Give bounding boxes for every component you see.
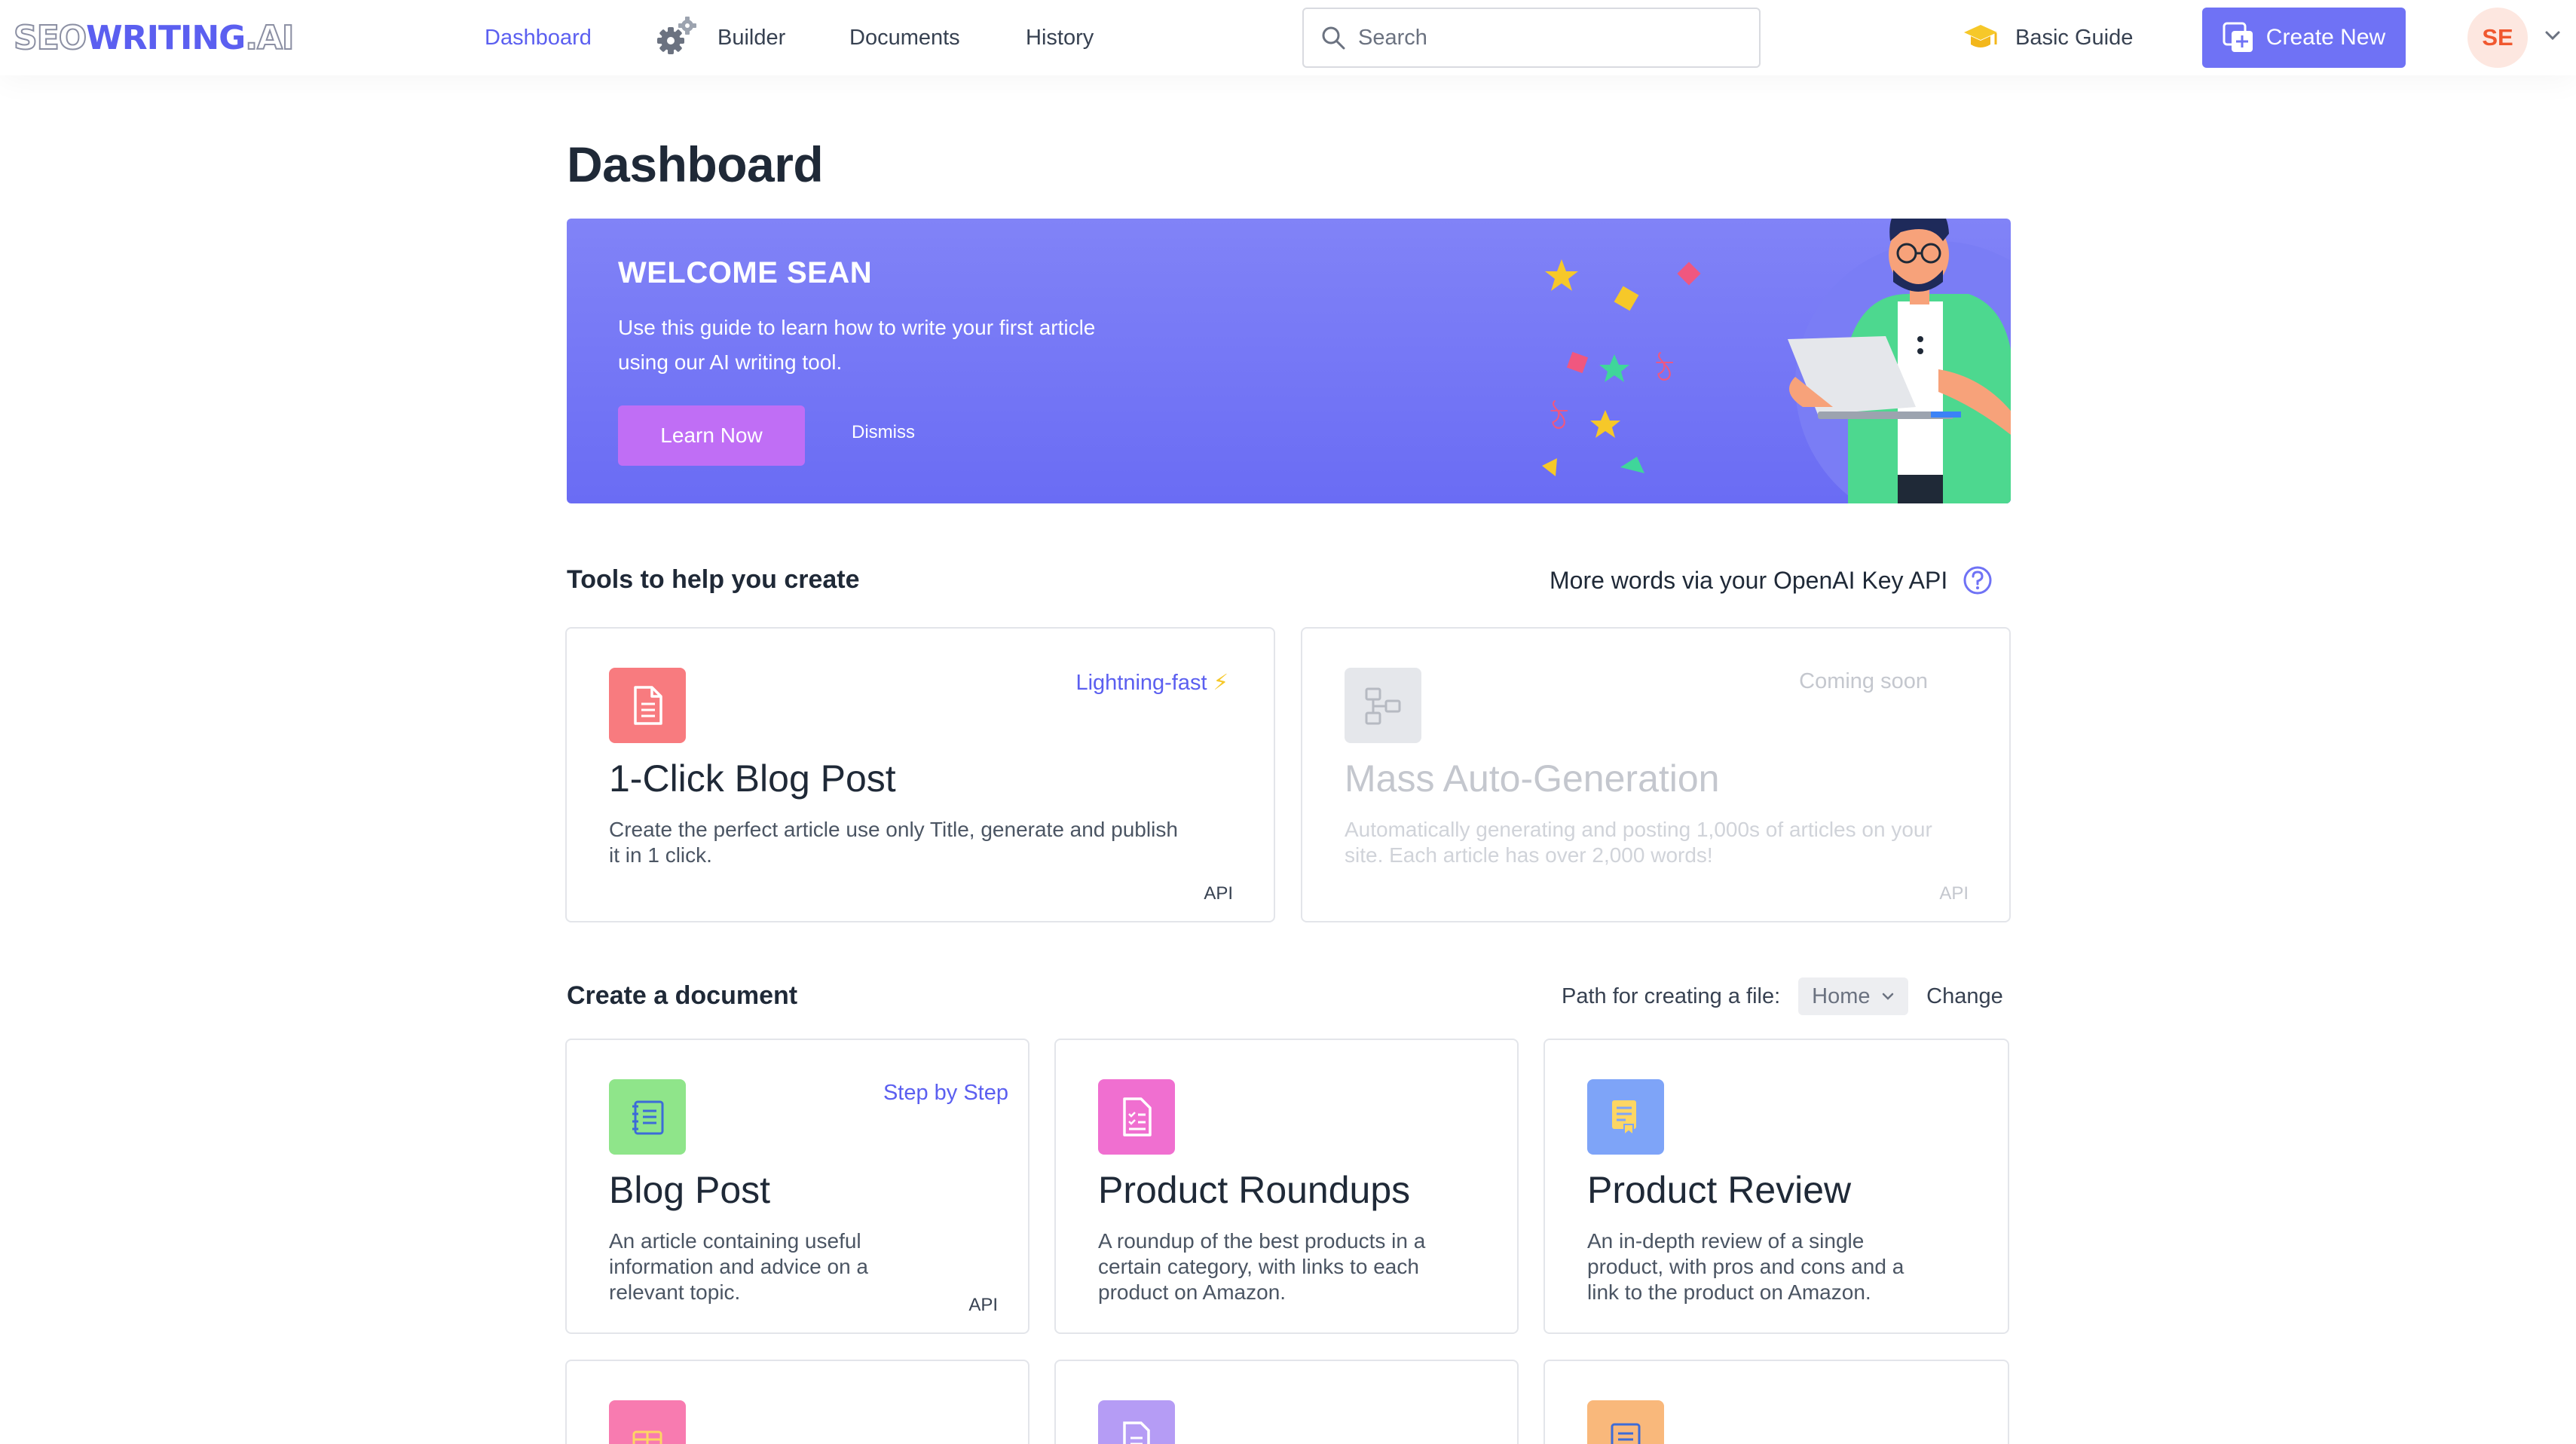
change-path-link[interactable]: Change [1926, 984, 2003, 1009]
openai-key-api-label: More words via your OpenAI Key API [1550, 566, 1948, 594]
chevron-down-icon [1882, 993, 1894, 1000]
lightning-fast-label: Lightning-fast [1075, 671, 1207, 695]
document-card-partial[interactable] [1543, 1360, 2009, 1444]
nav-builder[interactable]: Builder [717, 23, 785, 53]
card-title: 1-Click Blog Post [609, 757, 896, 800]
list-icon [1587, 1400, 1664, 1444]
avatar[interactable]: SE [2467, 8, 2528, 68]
coming-soon-tag: Coming soon [1799, 669, 1928, 693]
dismiss-button[interactable]: Dismiss [852, 422, 915, 443]
svg-text:ঠ: ঠ [1550, 400, 1568, 437]
create-new-button[interactable]: Create New [2202, 8, 2406, 68]
gift-icon [609, 1400, 686, 1444]
banner-text: Use this guide to learn how to write you… [618, 316, 1096, 374]
step-by-step-tag: Step by Step [883, 1081, 1008, 1105]
tools-section-title: Tools to help you create [567, 565, 860, 594]
document-card-partial[interactable] [565, 1360, 1029, 1444]
openai-key-api-link[interactable]: More words via your OpenAI Key API [1550, 562, 1993, 598]
api-badge: API [1939, 883, 1969, 904]
search-box[interactable] [1302, 8, 1761, 68]
nav-dashboard[interactable]: Dashboard [485, 23, 592, 53]
document-card-product-roundups[interactable]: Product Roundups A roundup of the best p… [1054, 1039, 1519, 1334]
path-label: Path for creating a file: [1562, 984, 1781, 1008]
card-title: Blog Post [609, 1169, 771, 1211]
logo[interactable]: SEO WRITING .AI [13, 17, 295, 59]
tool-card-mass-auto-generation: Coming soon Mass Auto-Generation Automat… [1301, 627, 2011, 922]
page-title: Dashboard [567, 136, 824, 192]
tool-card-one-click-blog-post[interactable]: Lightning-fast ⚡ 1-Click Blog Post Creat… [565, 627, 1275, 922]
card-description: An in-depth review of a single product, … [1587, 1229, 1904, 1304]
path-value: Home [1812, 984, 1871, 1008]
flowchart-icon [1345, 668, 1421, 743]
svg-text:ঠ: ঠ [1656, 352, 1673, 389]
notebook-icon [609, 1079, 686, 1155]
search-input[interactable] [1358, 25, 1720, 50]
api-badge: API [968, 1295, 998, 1315]
document-card-blog-post[interactable]: Step by Step Blog Post An article contai… [565, 1039, 1029, 1334]
logo-part-ai: .AI [244, 18, 295, 58]
help-circle-icon[interactable] [1963, 565, 1993, 595]
path-dropdown[interactable]: Home [1798, 977, 1909, 1015]
gears-icon [653, 15, 702, 57]
lightning-icon: ⚡ [1213, 671, 1228, 695]
basic-guide-label: Basic Guide [2015, 25, 2134, 50]
card-title: Product Review [1587, 1169, 1852, 1211]
api-badge: API [1204, 883, 1233, 904]
chevron-down-icon[interactable] [2544, 30, 2561, 41]
card-description: An article containing useful information… [609, 1229, 868, 1304]
card-description: Automatically generating and posting 1,0… [1345, 818, 1932, 867]
card-description: A roundup of the best products in a cert… [1098, 1229, 1426, 1304]
document-card-product-review[interactable]: Product Review An in-depth review of a s… [1543, 1039, 2009, 1334]
document-icon [1098, 1400, 1175, 1444]
checklist-icon [1098, 1079, 1175, 1155]
banner-title: WELCOME SEAN [618, 256, 873, 289]
nav-documents[interactable]: Documents [849, 23, 960, 53]
documents-section-title: Create a document [567, 981, 798, 1010]
card-description: Create the perfect article use only Titl… [609, 818, 1178, 867]
create-new-label: Create New [2265, 25, 2386, 50]
document-card-partial[interactable] [1054, 1360, 1519, 1444]
graduation-cap-icon [1964, 25, 1997, 47]
card-title: Product Roundups [1098, 1169, 1411, 1211]
welcome-banner: WELCOME SEAN Use this guide to learn how… [567, 219, 2011, 503]
search-icon [1322, 26, 1345, 50]
logo-part-writing: WRITING [86, 18, 246, 57]
character-illustration [1788, 219, 2011, 503]
document-icon [609, 668, 686, 743]
logo-part-seo: SEO [13, 18, 87, 58]
file-path-selector: Path for creating a file: Home Change [1562, 977, 2003, 1016]
nav-history[interactable]: History [1026, 23, 1094, 53]
basic-guide-link[interactable]: Basic Guide [1963, 18, 2133, 57]
card-title: Mass Auto-Generation [1345, 757, 1720, 800]
review-icon [1587, 1079, 1664, 1155]
top-navbar: SEO WRITING .AI Dashboard Builder Document… [0, 0, 2576, 75]
lightning-fast-tag: Lightning-fast ⚡ [1075, 669, 1228, 696]
add-document-icon [2223, 22, 2253, 52]
learn-now-button[interactable]: Learn Now [618, 405, 805, 466]
